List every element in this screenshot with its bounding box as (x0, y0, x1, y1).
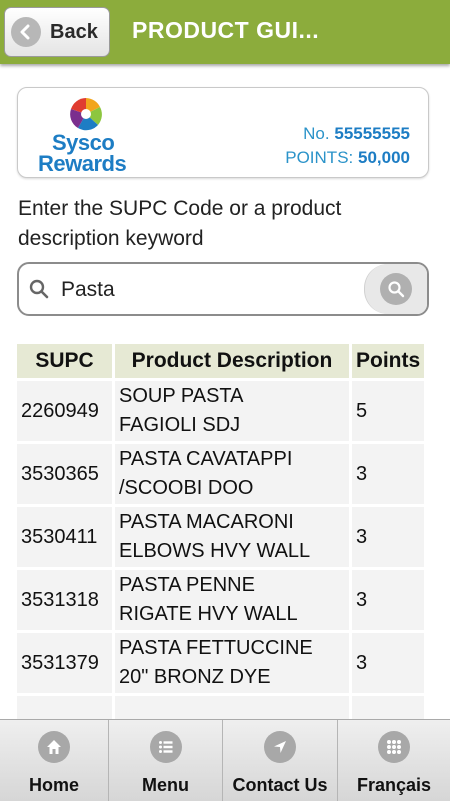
table-row[interactable]: 3531318 PASTA PENNE RIGATE HVY WALL 3 (17, 570, 425, 630)
column-header-points[interactable]: Points (352, 344, 425, 378)
location-arrow-icon (264, 731, 296, 763)
points-cell (352, 696, 425, 720)
description-cell (115, 696, 349, 720)
supc-cell: 3531379 (17, 633, 112, 693)
account-number: No. 55555555 (303, 124, 410, 143)
search-input[interactable] (59, 270, 373, 310)
points-balance: POINTS: 50,000 (285, 148, 410, 167)
table-row[interactable]: 3531379 PASTA FETTUCCINE 20" BRONZ DYE 3 (17, 633, 425, 693)
search-button[interactable] (364, 264, 427, 314)
back-button[interactable]: Back (4, 7, 110, 57)
points-cell: 3 (352, 570, 425, 630)
nav-francais[interactable]: Français (338, 720, 450, 801)
list-icon (149, 731, 182, 763)
supc-cell: 3530365 (17, 444, 112, 504)
back-button-label: Back (50, 20, 98, 43)
description-cell: PASTA CAVATAPPI/SCOOBI DOO (115, 444, 349, 504)
home-icon (38, 731, 70, 763)
table-row[interactable]: 2260949 SOUP PASTA FAGIOLI SDJ 5 (17, 381, 425, 441)
nav-contact-us[interactable]: Contact Us (223, 720, 338, 801)
supc-cell: 3531318 (17, 570, 112, 630)
results-table: SUPC Product Description Points 2260949 … (17, 342, 429, 720)
supc-cell (17, 696, 112, 720)
description-cell: PASTA PENNE RIGATE HVY WALL (115, 570, 349, 630)
page-title: PRODUCT GUI... (132, 17, 320, 43)
nav-home[interactable]: Home (0, 720, 109, 801)
supc-cell: 3530411 (17, 507, 112, 567)
search-bar (17, 262, 429, 316)
account-info: No. 55555555 POINTS: 50,000 (285, 122, 410, 170)
bottom-nav: Home Menu Contact Us Français (0, 719, 450, 801)
rewards-card: Sysco Rewards No. 55555555 POINTS: 50,00… (17, 87, 429, 178)
search-icon (29, 279, 49, 299)
points-cell: 3 (352, 633, 425, 693)
points-cell: 3 (352, 444, 425, 504)
description-cell: SOUP PASTA FAGIOLI SDJ (115, 381, 349, 441)
points-cell: 5 (352, 381, 425, 441)
sysco-swirl-icon (70, 98, 102, 131)
description-cell: PASTA MACARONI ELBOWS HVY WALL (115, 507, 349, 567)
sysco-rewards-logo: Sysco Rewards (36, 96, 136, 176)
table-header-row: SUPC Product Description Points (17, 344, 425, 378)
table-row[interactable]: 3530365 PASTA CAVATAPPI/SCOOBI DOO 3 (17, 444, 425, 504)
nav-menu[interactable]: Menu (109, 720, 223, 801)
search-instructions: Enter the SUPC Code or a product descrip… (18, 197, 342, 250)
description-cell: PASTA FETTUCCINE 20" BRONZ DYE (115, 633, 349, 693)
header-bar: Back PRODUCT GUI... (0, 0, 450, 64)
column-header-description[interactable]: Product Description (115, 344, 349, 378)
points-cell: 3 (352, 507, 425, 567)
search-submit-icon (380, 273, 412, 305)
table-row[interactable] (17, 696, 425, 720)
table-row[interactable]: 3530411 PASTA MACARONI ELBOWS HVY WALL 3 (17, 507, 425, 567)
column-header-supc[interactable]: SUPC (17, 344, 112, 378)
supc-cell: 2260949 (17, 381, 112, 441)
chevron-left-icon (11, 17, 41, 47)
grid-icon (378, 731, 410, 763)
